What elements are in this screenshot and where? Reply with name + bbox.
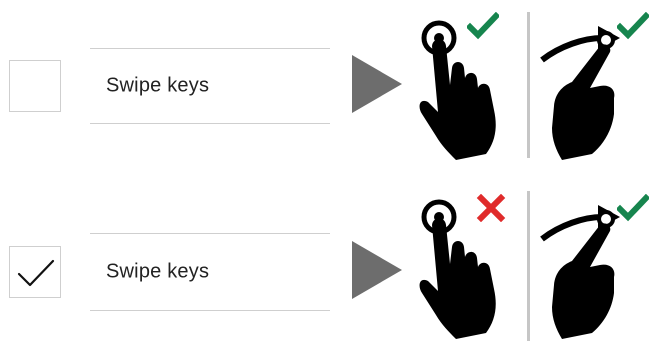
swipe-keys-checkbox[interactable] [9, 60, 61, 112]
cross-icon [476, 194, 506, 222]
swipe-keys-label: Swipe keys [106, 74, 210, 97]
setting-label-box: Swipe keys [90, 48, 330, 124]
check-icon [617, 194, 649, 222]
swipe-keys-row-unchecked: Swipe keys [0, 0, 656, 170]
swipe-keys-row-checked: Swipe keys [0, 171, 656, 341]
result-arrow-icon [352, 241, 402, 299]
swipe-keys-label: Swipe keys [106, 260, 210, 283]
gesture-divider [527, 191, 530, 341]
swipe-keys-checkbox[interactable] [9, 246, 61, 298]
result-arrow-icon [352, 55, 402, 113]
check-icon [617, 12, 649, 40]
gesture-divider [527, 12, 530, 158]
checkbox-check-icon [17, 259, 55, 287]
setting-label-box: Swipe keys [90, 233, 330, 311]
check-icon [467, 12, 499, 40]
